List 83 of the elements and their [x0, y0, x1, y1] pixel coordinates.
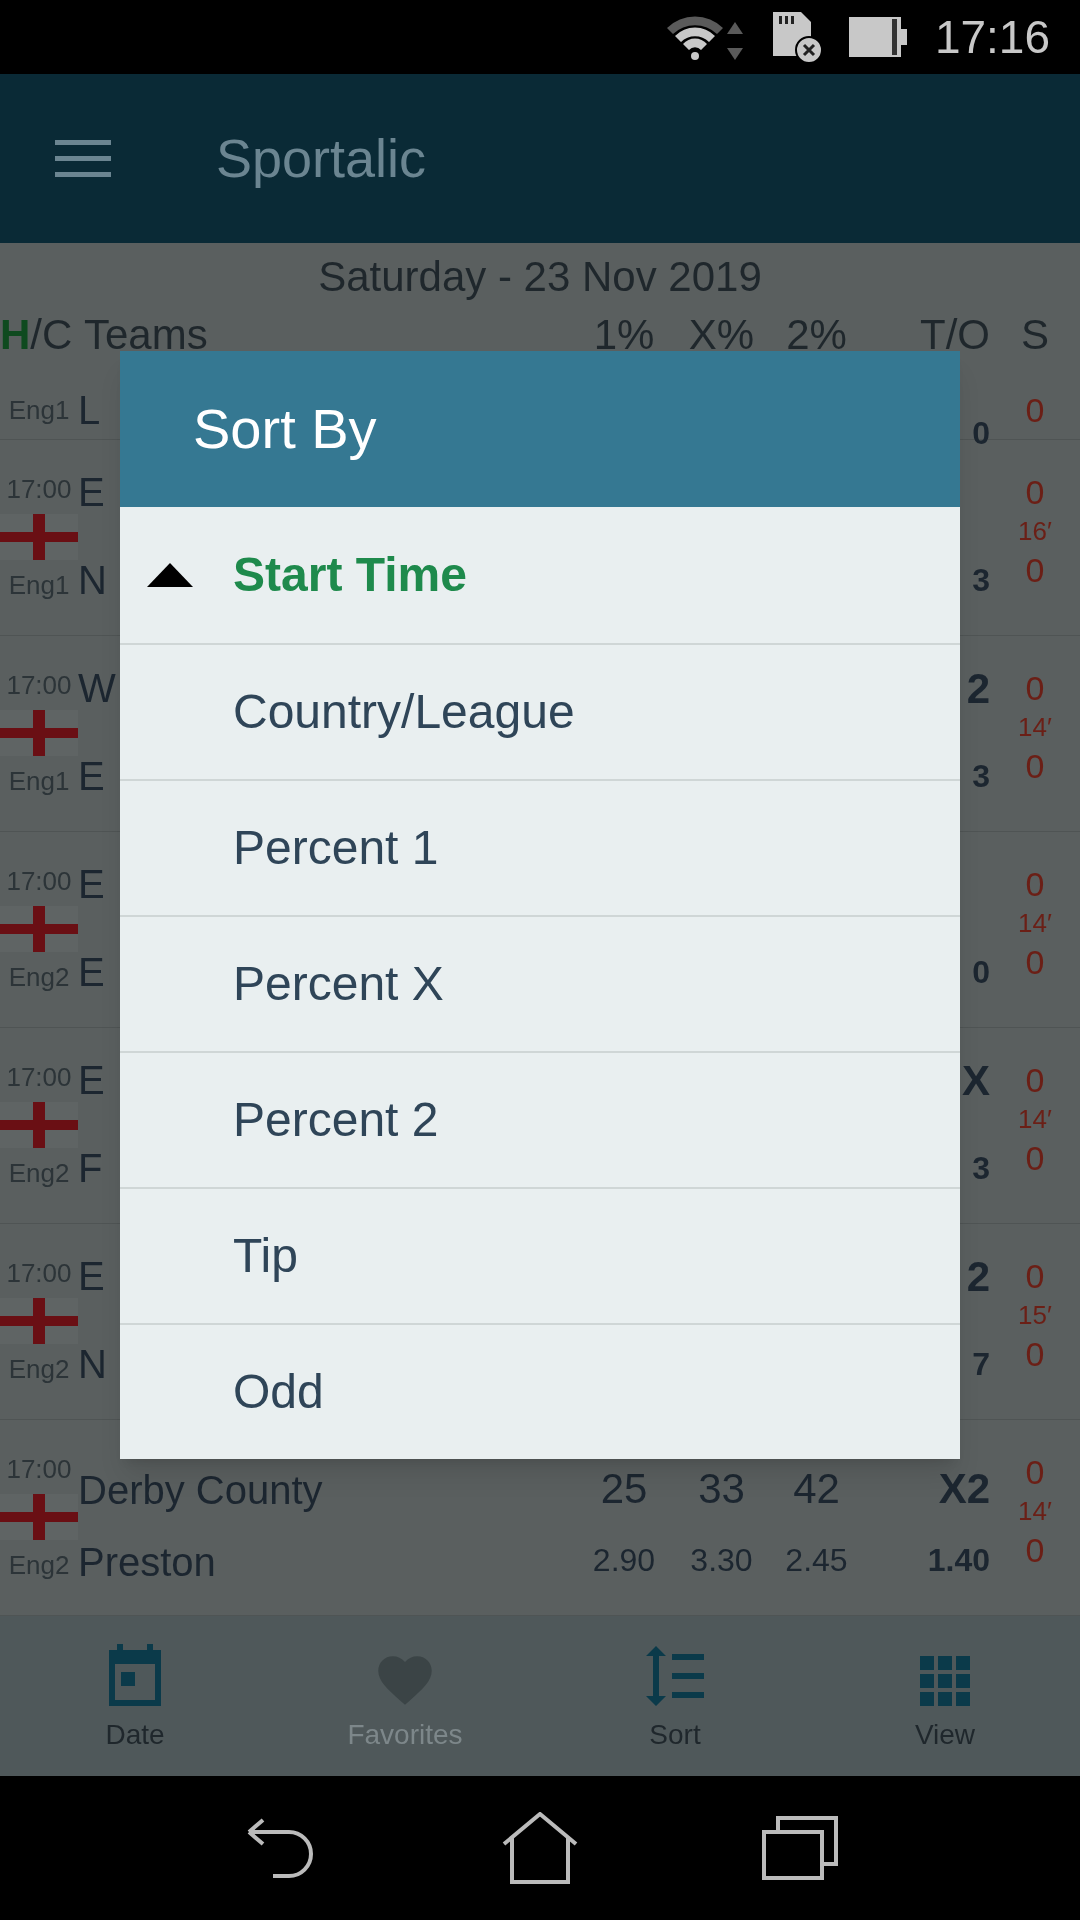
sort-option[interactable]: Percent 2: [120, 1051, 960, 1187]
away-team: E: [78, 753, 105, 800]
flag-icon: [0, 1494, 78, 1540]
menu-icon: [55, 139, 111, 178]
teams-column-header: Teams: [83, 312, 209, 358]
flag-icon: [0, 1298, 78, 1344]
back-icon: [245, 1818, 315, 1878]
home-team: W: [78, 665, 116, 712]
away-score: 0: [1025, 1530, 1045, 1571]
percent-x-header: X%: [687, 312, 756, 358]
tip-odds: 0: [972, 414, 990, 451]
percent-2-header: 2%: [785, 312, 848, 358]
odds-value: 3.30: [690, 1542, 753, 1578]
dialog-title: Sort By: [193, 396, 377, 462]
tip-odds: 0: [972, 954, 990, 990]
away-score: 0: [1025, 942, 1045, 983]
away-score: 0: [1025, 550, 1045, 591]
tip-value: 2: [966, 1254, 990, 1300]
home-score: 0: [1025, 1060, 1045, 1101]
home-score: 0: [1025, 1452, 1045, 1493]
match-minute: 16′: [1018, 515, 1052, 548]
odds-value: 2.90: [592, 1542, 656, 1578]
sort-option[interactable]: Start Time: [120, 507, 960, 643]
tip-odds-header: T/O: [919, 312, 990, 358]
percent-1-header: 1%: [592, 312, 656, 358]
score-header: S: [1020, 312, 1050, 358]
away-score: 0: [1025, 1138, 1045, 1179]
match-minute: 14′: [1018, 1103, 1052, 1136]
sort-icon: [644, 1646, 706, 1706]
home-score: 0: [1025, 668, 1045, 709]
sort-option[interactable]: Odd: [120, 1323, 960, 1459]
calendar-icon: [107, 1644, 163, 1706]
away-team: N: [78, 1341, 107, 1388]
tip-odds: 1.40: [927, 1542, 990, 1578]
battery-icon: [848, 17, 909, 57]
hc-column-header: H/C: [0, 312, 74, 358]
tip-value: X: [962, 1058, 990, 1104]
sd-card-error-icon: [770, 10, 823, 64]
grid-icon: [920, 1656, 970, 1706]
odds-value: 2.45: [785, 1542, 848, 1578]
flag-icon: [0, 514, 78, 560]
home-team: E: [78, 861, 105, 908]
tip-value: 2: [966, 666, 990, 712]
home-team: E: [78, 1057, 105, 1104]
sort-option[interactable]: Percent X: [120, 915, 960, 1051]
away-score: 0: [1025, 389, 1045, 431]
away-score: 0: [1025, 1334, 1045, 1375]
percent-value: 33: [698, 1466, 745, 1512]
away-score: 0: [1025, 746, 1045, 787]
home-score: 0: [1025, 864, 1045, 905]
recents-icon: [762, 1816, 838, 1880]
flag-icon: [0, 710, 78, 756]
tip-odds: 3: [972, 1150, 990, 1186]
flag-icon: [0, 906, 78, 952]
tip-odds: 3: [972, 758, 990, 794]
flag-icon: [0, 1102, 78, 1148]
tip-odds: 7: [972, 1346, 990, 1382]
away-team: Preston: [78, 1539, 216, 1586]
home-score: 0: [1025, 1256, 1045, 1297]
sort-ascending-icon: [147, 563, 193, 587]
app-title: Sportalic: [216, 127, 427, 190]
match-minute: 14′: [1018, 907, 1052, 940]
sort-option[interactable]: Country/League: [120, 643, 960, 779]
home-icon: [502, 1812, 578, 1884]
percent-value: 42: [793, 1466, 840, 1512]
home-team: E: [78, 469, 105, 516]
match-minute: 14′: [1018, 711, 1052, 744]
sort-option[interactable]: Percent 1: [120, 779, 960, 915]
home-score: 0: [1025, 472, 1045, 513]
sort-option[interactable]: Tip: [120, 1187, 960, 1323]
tip-value: X2: [938, 1466, 990, 1512]
date-title: Saturday - 23 Nov 2019: [318, 252, 762, 302]
tip-odds: 3: [972, 562, 990, 598]
home-team: Derby County: [78, 1467, 323, 1514]
away-team: N: [78, 557, 107, 604]
away-team: E: [78, 949, 105, 996]
match-minute: 14′: [1018, 1495, 1052, 1528]
away-team: F: [78, 1145, 103, 1192]
clock-time: 17:16: [934, 9, 1050, 65]
percent-value: 25: [600, 1466, 648, 1512]
away-team: L: [78, 386, 101, 434]
home-team: E: [78, 1253, 105, 1300]
match-minute: 15′: [1018, 1299, 1052, 1332]
